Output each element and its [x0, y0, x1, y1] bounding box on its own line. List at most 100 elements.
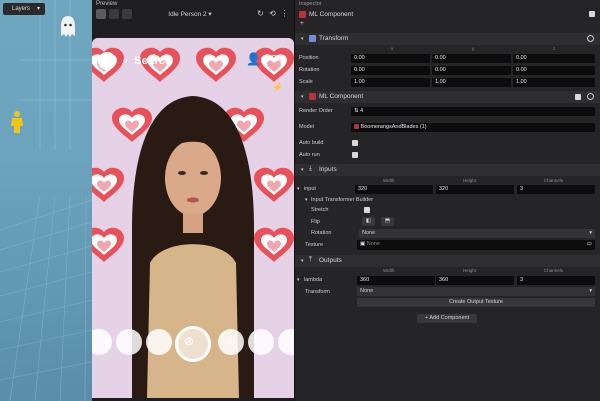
chevron-down-icon[interactable]: ▾ [297, 277, 300, 283]
flip-camera-icon[interactable]: ⟳ [270, 52, 280, 66]
lambda-label: lambda [304, 277, 323, 283]
ml-component-icon [299, 11, 306, 18]
create-output-texture-button[interactable]: Create Output Texture [357, 298, 595, 307]
gear-icon[interactable] [587, 35, 594, 42]
lens-item[interactable] [278, 329, 294, 355]
chevron-down-icon[interactable]: ▾ [297, 186, 300, 192]
texture-field[interactable]: ▣ None ▭ [357, 240, 595, 250]
transform-col-x: x [391, 46, 394, 51]
position-y-field[interactable]: 0.00 [432, 54, 511, 63]
emoji-icon[interactable]: ☺ [226, 334, 238, 348]
stretch-checkbox[interactable] [364, 207, 370, 213]
chevron-down-icon: ▾ [301, 167, 304, 173]
input-width-field[interactable]: 320 [355, 185, 433, 194]
model-value: BoomerangsAndBlades (1) [360, 124, 427, 130]
model-label: Model [299, 124, 314, 130]
scene-view[interactable]: Layers ▾ [0, 0, 92, 401]
scale-y-field[interactable]: 1.00 [432, 78, 511, 87]
add-component-button[interactable]: + Add Component [417, 314, 477, 323]
avatar[interactable] [98, 52, 116, 70]
inputs-header[interactable]: ▾ ⤓ Inputs [295, 164, 600, 176]
scale-z-field[interactable]: 1.00 [513, 78, 595, 87]
search-icon: ⌕ [122, 54, 129, 67]
preview-panel: Preview Idle Person 2 ▾ ↻ ⟲ ⋮ ⌕ Search 👤… [92, 0, 294, 401]
add-friend-icon[interactable]: 👤 [246, 52, 261, 66]
rotation-dropdown[interactable]: None ▾ [359, 229, 595, 238]
upload-icon: ⤒ [309, 256, 312, 263]
chat-icon[interactable]: ▮ [104, 334, 111, 348]
rotation-x-field[interactable]: 0.00 [351, 66, 430, 75]
reset-icon[interactable]: ⟲ [268, 9, 277, 19]
rotation-value: None [362, 230, 376, 236]
render-order-label: Render Order [299, 108, 333, 114]
folder-icon[interactable]: ▭ [587, 240, 592, 249]
position-x-field[interactable]: 0.00 [351, 54, 430, 63]
flip-label: Flip [311, 219, 320, 225]
outputs-title: Outputs [319, 257, 342, 264]
object-enabled-checkbox[interactable] [589, 11, 595, 17]
add-icon[interactable]: + [300, 20, 304, 27]
gear-icon[interactable] [587, 93, 594, 100]
lens-item[interactable] [116, 329, 142, 355]
ml-component-icon [309, 93, 316, 100]
output-transform-label: Transform [305, 289, 330, 295]
lens-item[interactable] [146, 329, 172, 355]
auto-build-checkbox[interactable] [352, 140, 358, 146]
auto-build-label: Auto build [299, 140, 324, 146]
output-transform-dropdown[interactable]: None ▾ [357, 287, 595, 296]
inputs-col-channels: Channels [544, 178, 564, 183]
chevron-down-icon[interactable]: ▾ [305, 197, 308, 203]
scale-label: Scale [299, 79, 313, 85]
input-channels-field[interactable]: 3 [517, 185, 595, 194]
refresh-icon[interactable]: ↻ [256, 9, 265, 19]
device-icon[interactable] [96, 9, 106, 19]
layers-dropdown[interactable]: Layers ▾ [3, 3, 45, 15]
ml-enabled-checkbox[interactable] [575, 94, 581, 100]
chevron-down-icon: ▾ [208, 11, 212, 18]
close-lens-icon[interactable]: ⊗ [184, 334, 194, 348]
grid-icon[interactable] [122, 9, 132, 19]
lambda-height-field[interactable]: 360 [436, 276, 514, 285]
model-field[interactable]: BoomerangsAndBlades (1) [351, 123, 595, 132]
auto-run-checkbox[interactable] [352, 152, 358, 158]
rotation-y-field[interactable]: 0.00 [432, 66, 511, 75]
chevron-down-icon: ▾ [301, 94, 304, 100]
more-icon[interactable]: ⋮ [280, 9, 289, 19]
preview-title-dropdown[interactable]: Idle Person 2 ▾ [150, 10, 230, 18]
inputs-title: Inputs [319, 166, 337, 173]
chevron-down-icon: ▾ [301, 258, 304, 264]
stories-icon[interactable]: ▯ [268, 334, 275, 348]
ml-component-header[interactable]: ▾ ML Component [295, 91, 600, 103]
transform-col-z: z [553, 46, 556, 51]
transform-header[interactable]: ▾ Transform [295, 33, 600, 45]
scene-grid [0, 0, 92, 401]
position-label: Position [299, 55, 319, 61]
rotation-z-field[interactable]: 0.00 [513, 66, 595, 75]
chevron-down-icon: ▾ [36, 6, 40, 12]
render-order-field[interactable]: ⇅ 4 [351, 107, 595, 116]
flip-horizontal-icon[interactable]: ◧ [362, 217, 375, 226]
texture-value: None [366, 241, 380, 247]
outputs-col-width: Width [383, 268, 395, 273]
layers-label: Layers [12, 6, 31, 12]
camera-icon[interactable] [109, 9, 119, 19]
lambda-channels-field[interactable]: 3 [517, 276, 595, 285]
inputs-col-height: Height [463, 178, 477, 183]
download-icon: ⤓ [309, 165, 312, 172]
input-transformer-builder-label: Input Transformer Builder [311, 197, 374, 203]
inspector-panel-title: Inspector [299, 1, 322, 7]
person-icon [11, 111, 23, 133]
input-height-field[interactable]: 320 [436, 185, 514, 194]
inputs-col-width: Width [383, 178, 395, 183]
ml-component-title: ML Component [319, 93, 364, 100]
texture-label: Texture [305, 242, 324, 248]
search-bar[interactable]: ⌕ Search [98, 52, 172, 70]
lambda-width-field[interactable]: 360 [357, 276, 435, 285]
outputs-header[interactable]: ▾ ⤒ Outputs [295, 255, 600, 267]
flip-vertical-icon[interactable]: ⬒ [381, 217, 394, 226]
image-icon: ▣ [360, 241, 367, 247]
chevron-down-icon: ▾ [301, 36, 304, 42]
position-z-field[interactable]: 0.00 [513, 54, 595, 63]
flash-off-icon[interactable]: ⚡ [272, 82, 283, 93]
scale-x-field[interactable]: 1.00 [351, 78, 430, 87]
